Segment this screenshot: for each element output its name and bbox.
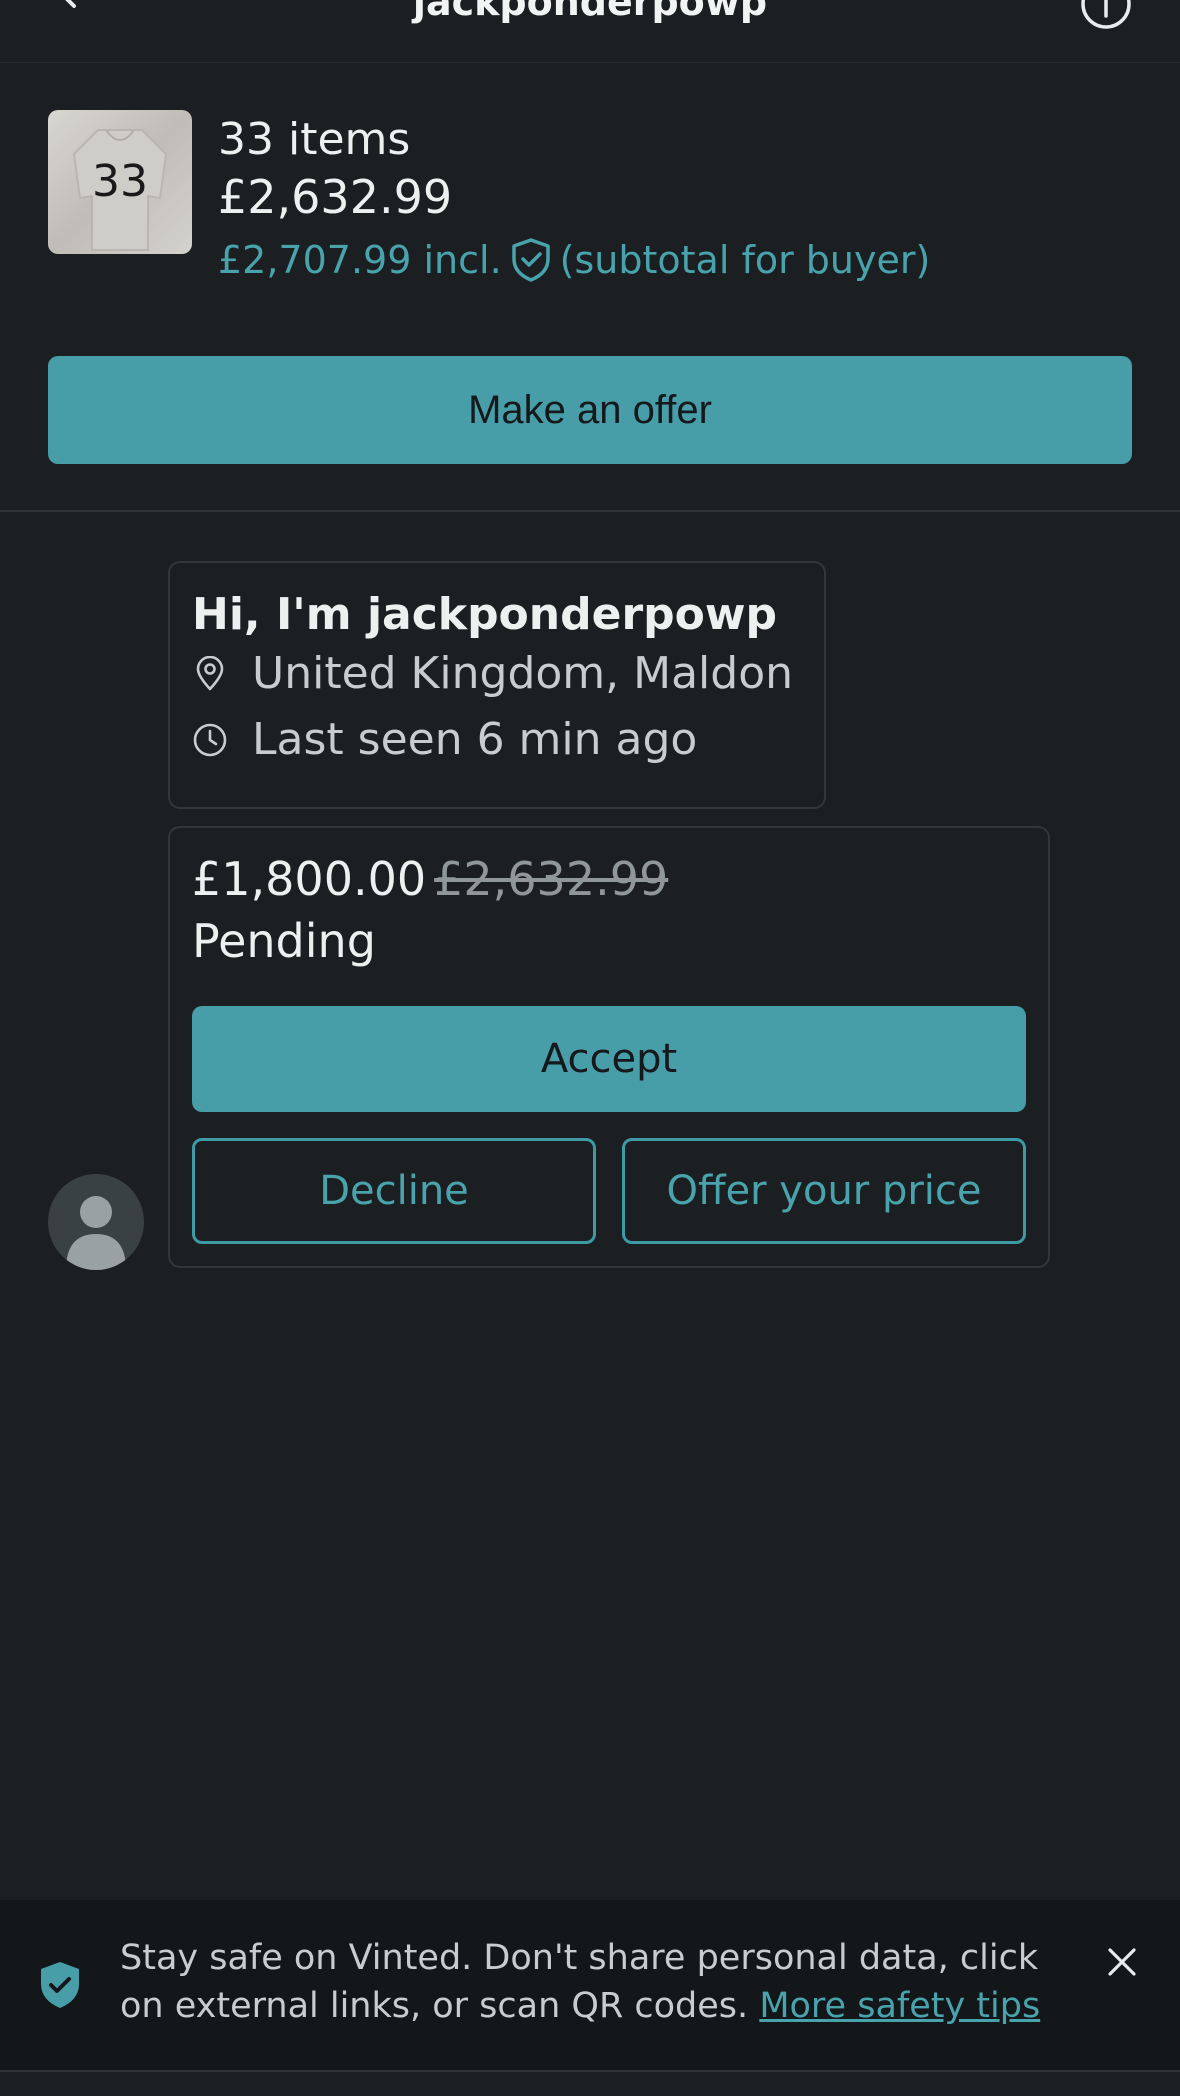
page-title: jackponderpowp [412,0,768,24]
avatar[interactable] [48,1174,144,1270]
location-row: United Kingdom, Maldon [192,641,802,707]
safety-message: Stay safe on Vinted. Don't share persona… [120,1934,1060,2030]
info-icon[interactable] [1080,0,1132,30]
buyer-subtotal[interactable]: £2,707.99 incl. (subtotal for buyer) [218,228,930,292]
buyer-price-suffix: (subtotal for buyer) [559,238,931,282]
seller-intro-card: Hi, I'm jackponderpowp United Kingdom, M… [168,561,826,809]
default-user-icon [66,1196,126,1270]
buyer-price-prefix: £2,707.99 incl. [218,238,502,282]
safety-tips-link[interactable]: More safety tips [759,1986,1040,2026]
item-count-overlay: 33 [92,156,148,207]
offer-status: Pending [192,914,376,968]
last-seen: Last seen 6 min ago [252,714,698,765]
offer-price: £1,800.00 [192,852,427,906]
bundle-price: £2,632.99 [218,170,453,224]
item-summary[interactable]: 33 33 items £2,632.99 £2,707.99 incl. (s… [48,110,1132,310]
location-pin-icon [196,656,224,691]
seller-greeting: Hi, I'm jackponderpowp [192,589,778,640]
last-seen-row: Last seen 6 min ago [192,707,802,773]
original-price: £2,632.99 [434,852,669,906]
offer-your-price-button[interactable]: Offer your price [622,1138,1026,1244]
top-bar: jackponderpowp [0,0,1180,63]
item-thumbnail[interactable]: 33 [48,110,192,254]
bottom-divider [0,2070,1180,2072]
buyer-protection-icon [511,238,550,282]
make-offer-button[interactable]: Make an offer [48,356,1132,464]
accept-button[interactable]: Accept [192,1006,1026,1112]
decline-button[interactable]: Decline [192,1138,596,1244]
offer-prices: £1,800.00 £2,632.99 [192,850,1026,908]
seller-location: United Kingdom, Maldon [252,648,794,699]
clock-icon [193,723,227,757]
items-count: 33 items [218,114,411,165]
shield-check-icon [41,1962,79,2008]
safety-banner: Stay safe on Vinted. Don't share persona… [0,1900,1180,2070]
summary-text: 33 items £2,632.99 £2,707.99 incl. (subt… [218,114,930,292]
close-icon[interactable] [1104,1944,1140,1980]
divider [0,510,1180,512]
offer-card: £1,800.00 £2,632.99 Pending Accept Declin… [168,826,1050,1268]
